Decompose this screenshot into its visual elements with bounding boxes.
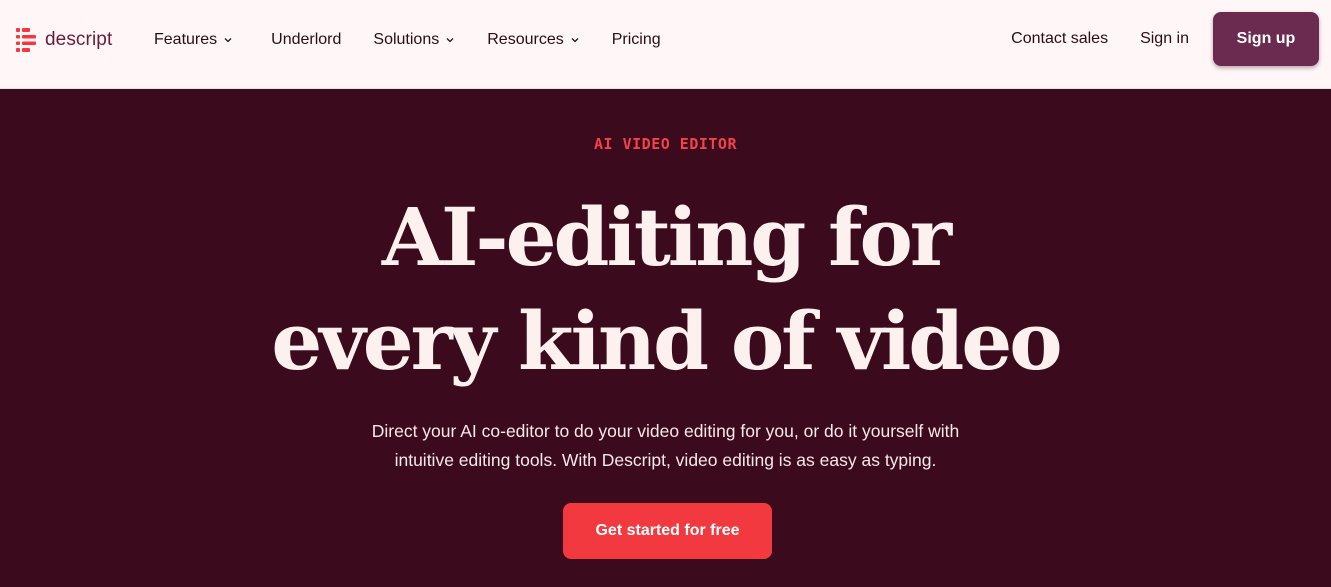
sign-up-button[interactable]: Sign up xyxy=(1213,12,1319,66)
hero-description-line-2: intuitive editing tools. With Descript, … xyxy=(394,450,937,470)
hero-section: AI VIDEO EDITOR AI-editing for every kin… xyxy=(0,89,1331,587)
nav-resources[interactable]: Resources xyxy=(487,31,579,49)
main-nav: Features Underlord Solutions Resources P… xyxy=(154,28,661,52)
descript-logo-link[interactable]: descript xyxy=(16,26,112,54)
chevron-down-icon xyxy=(446,38,454,43)
nav-pricing-label: Pricing xyxy=(611,31,661,48)
nav-features[interactable]: Features xyxy=(154,31,233,49)
sign-in-link[interactable]: Sign in xyxy=(1140,30,1189,48)
chevron-down-icon xyxy=(224,38,232,43)
hero-description: Direct your AI co-editor to do your vide… xyxy=(0,417,1331,475)
hero-headline-line-2: every kind of video xyxy=(271,294,1062,388)
descript-logo-icon xyxy=(16,28,36,52)
nav-resources-label: Resources xyxy=(487,31,564,48)
hero-headline: AI-editing for every kind of video xyxy=(0,185,1331,393)
chevron-down-icon xyxy=(571,38,579,43)
nav-pricing[interactable]: Pricing xyxy=(612,31,661,49)
nav-features-label: Features xyxy=(154,31,218,48)
account-nav: Contact sales Sign in Sign up xyxy=(1011,12,1319,66)
hero-description-line-1: Direct your AI co-editor to do your vide… xyxy=(371,421,960,441)
brand-name: descript xyxy=(45,29,113,50)
nav-solutions-label: Solutions xyxy=(373,31,440,48)
nav-solutions[interactable]: Solutions xyxy=(373,31,455,49)
hero-headline-line-1: AI-editing for xyxy=(381,190,952,284)
nav-underlord-label: Underlord xyxy=(271,31,342,48)
nav-underlord[interactable]: Underlord xyxy=(271,31,341,49)
contact-sales-link[interactable]: Contact sales xyxy=(1011,30,1108,48)
get-started-button[interactable]: Get started for free xyxy=(563,503,772,559)
hero-eyebrow: AI VIDEO EDITOR xyxy=(594,135,737,153)
top-navigation: descript Features Underlord Solutions Re… xyxy=(0,0,1331,89)
